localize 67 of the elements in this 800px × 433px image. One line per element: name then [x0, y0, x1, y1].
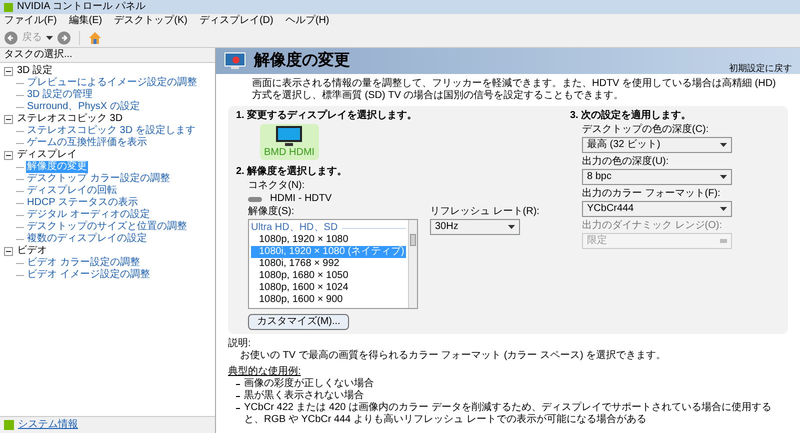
menu-item[interactable]: 編集(E) [68, 15, 102, 27]
resolution-option[interactable]: 1080p, 1600 × 900 [251, 294, 406, 306]
tree-item[interactable]: ステレオスコピック 3D を設定します [26, 125, 196, 137]
display-settings-icon [224, 52, 246, 70]
section-title: 2. 解像度を選択します。 [236, 166, 348, 178]
tree-item[interactable]: ビデオ イメージ設定の調整 [26, 269, 151, 281]
refresh-rate-label: リフレッシュ レート(R): [430, 206, 540, 218]
section-title: 3. 次の設定を適用します。 [570, 110, 692, 122]
home-icon[interactable] [88, 30, 102, 44]
connector-name: HDMI - HDTV [270, 193, 332, 205]
usage-item: 画像の彩度が正しくない場合 [244, 378, 374, 390]
tree-item[interactable]: 3D 設定の管理 [26, 89, 94, 101]
customize-button[interactable]: カスタマイズ(M)... [248, 314, 350, 330]
typical-usage-label: 典型的な使用例: [228, 366, 302, 378]
usage-item: YCbCr 422 または 420 は画像内のカラー データを削減するため、ディスプレイでサポートされている場合に使用すると、RGB や YCbCr 444 よりも高いリフレッシュ レートでの表示が可能になる場合がある [244, 402, 772, 426]
window-title: NVIDIA コントロール パネル [17, 1, 146, 13]
tree-category[interactable]: ビデオ [17, 245, 47, 257]
dropdown[interactable]: 8 bpc [582, 169, 732, 185]
scrollbar[interactable] [408, 220, 417, 308]
explanation-label: 説明: [228, 338, 252, 350]
monitor-icon [275, 125, 304, 147]
collapse-icon[interactable] [4, 246, 13, 256]
page-description: 画面に表示される情報の量を調整して、フリッカーを軽減できます。また、HDTV を使用している場合は高精細 (HD) 方式を選択し、標準画質 (SD) TV の場合は国別の信号を設定することもできます。 [251, 78, 777, 102]
tree-category[interactable]: ステレオスコピック 3D [17, 113, 123, 125]
system-info-link[interactable]: システム情報 [18, 419, 78, 431]
tree-item[interactable]: ゲームの互換性評価を表示 [26, 137, 148, 149]
tree-category[interactable]: ディスプレイ [17, 149, 77, 161]
field-label: 出力のカラー フォーマット(F): [582, 188, 722, 200]
page-title: 解像度の変更 [254, 52, 350, 70]
menu-item[interactable]: ヘルプ(H) [285, 15, 330, 27]
tree-item[interactable]: デスクトップ カラー設定の調整 [26, 173, 171, 185]
tree-item[interactable]: デスクトップのサイズと位置の調整 [26, 221, 188, 233]
hdmi-connector-icon [248, 196, 262, 202]
field-label: デスクトップの色の深度(C): [582, 124, 710, 136]
menu-item[interactable]: デスクトップ(K) [114, 15, 188, 27]
dropdown[interactable]: 30Hz [430, 219, 520, 235]
connector-label: コネクタ(N): [248, 180, 306, 192]
sidebar-heading: タスクの選択... [0, 48, 215, 63]
tree-item[interactable]: デジタル オーディオの設定 [26, 209, 151, 221]
menu-item[interactable]: ファイル(F) [4, 15, 57, 27]
tree-item[interactable]: ディスプレイの回転 [26, 185, 118, 197]
dropdown[interactable]: YCbCr444 [582, 201, 732, 217]
section-title: 1. 変更するディスプレイを選択します。 [236, 110, 418, 122]
collapse-icon[interactable] [4, 150, 13, 160]
tree-item[interactable]: Surround、PhysX の設定 [26, 101, 141, 113]
resolution-option[interactable]: 1080p, 1600 × 1024 [251, 282, 406, 294]
field-label: 出力の色の深度(U): [582, 156, 670, 168]
list-group-header: Ultra HD、HD、SD [251, 222, 338, 234]
restore-defaults-link[interactable]: 初期設定に戻す [729, 63, 792, 73]
resolution-label: 解像度(S): [248, 206, 296, 218]
app-icon [4, 2, 13, 12]
usage-item: 黒が黒く表示されない場合 [244, 390, 364, 402]
explanation-text: お使いの TV で最高の画質を得られるカラー フォーマット (カラー スペース) を選択できます。 [239, 350, 668, 362]
display-name: BMD HDMI [264, 147, 315, 159]
resolution-option[interactable]: 1080p, 1920 × 1080 [251, 234, 406, 246]
field-label: 出力のダイナミック レンジ(O): [582, 220, 723, 232]
tree-item[interactable]: プレビューによるイメージ設定の調整 [26, 77, 198, 89]
menu-item[interactable]: ディスプレイ(D) [199, 15, 274, 27]
dropdown[interactable]: 最高 (32 ビット) [582, 137, 732, 153]
resolution-option[interactable]: 1080p, 1680 × 1050 [251, 270, 406, 282]
collapse-icon[interactable] [4, 114, 13, 124]
tree-item[interactable]: 複数のディスプレイの設定 [26, 233, 148, 245]
collapse-icon[interactable] [4, 66, 13, 76]
resolution-option[interactable]: 1080i, 1768 × 992 [251, 258, 406, 270]
tree-category[interactable]: 3D 設定 [17, 65, 53, 77]
tree-item[interactable]: ビデオ カラー設定の調整 [26, 257, 141, 269]
tree-item[interactable]: HDCP ステータスの表示 [26, 197, 139, 209]
